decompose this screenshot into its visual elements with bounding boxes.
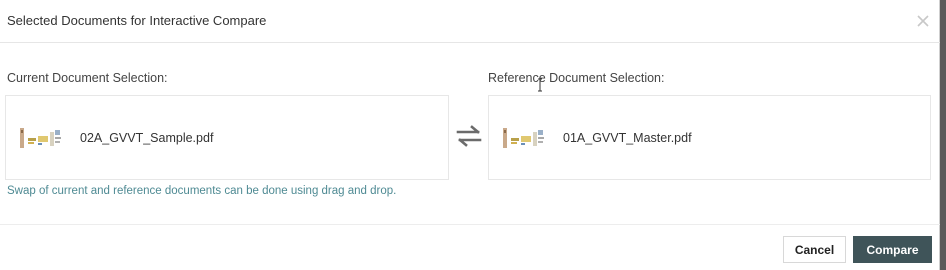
compare-button[interactable]: Compare [853,236,932,263]
dialog-header: Selected Documents for Interactive Compa… [0,0,940,43]
reference-selection-label: Reference Document Selection: [488,71,665,85]
current-selection-label: Current Document Selection: [7,71,168,85]
current-document-box[interactable]: 02A_GVVT_Sample.pdf [5,95,449,180]
dialog-footer: Cancel Compare [0,224,940,270]
swap-arrows-icon[interactable] [455,124,483,148]
reference-document-name: 01A_GVVT_Master.pdf [563,130,692,145]
swap-hint-text: Swap of current and reference documents … [7,185,397,197]
compare-dialog: Selected Documents for Interactive Compa… [0,0,940,270]
text-cursor-icon [538,78,542,92]
dialog-title: Selected Documents for Interactive Compa… [7,13,267,28]
current-document-name: 02A_GVVT_Sample.pdf [80,130,214,145]
close-icon[interactable] [912,10,934,32]
cancel-button[interactable]: Cancel [783,236,846,263]
reference-document-thumbnail [503,127,544,148]
current-document-thumbnail [20,127,61,148]
reference-document-box[interactable]: 01A_GVVT_Master.pdf [488,95,931,180]
